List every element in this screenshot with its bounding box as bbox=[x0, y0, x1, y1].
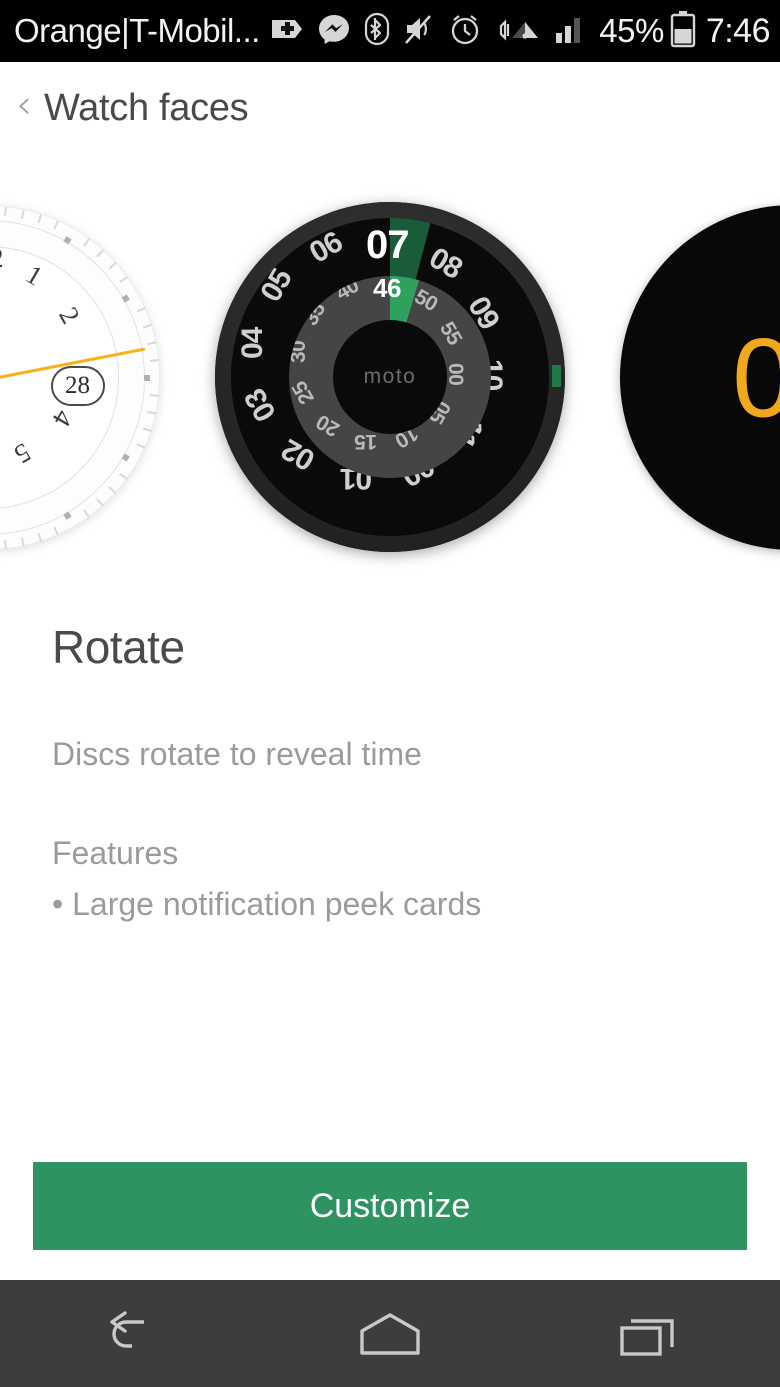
back-arrow-icon bbox=[110, 1310, 144, 1348]
analog-minor-tick bbox=[149, 359, 159, 362]
recents-icon bbox=[620, 1318, 674, 1356]
rotate-minute-numeral: 55 bbox=[435, 318, 467, 349]
bluetooth-icon bbox=[364, 12, 390, 51]
status-bar-right-group: 45% 7:46 bbox=[599, 10, 771, 53]
analog-minor-tick bbox=[146, 410, 156, 415]
analog-minor-tick bbox=[3, 206, 7, 216]
back-button[interactable] bbox=[45, 1280, 215, 1387]
analog-minor-tick bbox=[142, 427, 152, 433]
messenger-icon bbox=[317, 12, 351, 51]
features-heading: Features bbox=[52, 835, 179, 871]
back-chevron-icon[interactable]: ‹ bbox=[10, 85, 44, 131]
android-nav-bar bbox=[0, 1280, 780, 1387]
alarm-clock-icon bbox=[448, 12, 482, 51]
status-bar-icon-group bbox=[270, 12, 586, 51]
analog-minor-tick bbox=[82, 238, 90, 247]
analog-minor-tick bbox=[95, 498, 104, 507]
battery-percent-label: 45% bbox=[599, 12, 664, 49]
digital-hour-label: 07 bbox=[732, 315, 780, 440]
rotate-minute-numeral: 30 bbox=[289, 340, 310, 363]
wifi-icon bbox=[495, 12, 541, 51]
analog-minor-tick bbox=[3, 540, 7, 550]
analog-minor-tick bbox=[36, 532, 42, 542]
analog-major-tick bbox=[62, 511, 72, 520]
volume-muted-icon bbox=[403, 12, 435, 51]
analog-date-complication: 28 bbox=[50, 365, 105, 406]
analog-minor-tick bbox=[107, 486, 116, 494]
analog-minor-tick bbox=[107, 262, 116, 270]
carrier-label: Orange|T-Mobil... bbox=[14, 12, 260, 49]
rotate-second-tick bbox=[552, 365, 561, 387]
rotate-hour-numeral: 04 bbox=[236, 327, 269, 359]
rotate-hour-numeral: 03 bbox=[238, 383, 283, 427]
analog-numeral: 12 bbox=[0, 243, 4, 274]
home-button[interactable] bbox=[305, 1280, 475, 1387]
analog-minor-tick bbox=[20, 537, 25, 547]
watch-face-name: Rotate bbox=[52, 621, 185, 673]
analog-minor-tick bbox=[136, 443, 146, 449]
status-bar: Orange|T-Mobil... 45% 7:46 bbox=[0, 0, 780, 62]
battery-icon bbox=[670, 10, 696, 53]
rotate-minute-numeral: 46 bbox=[373, 276, 401, 303]
watch-face-preview-analog[interactable]: 121245 moto 28 bbox=[0, 205, 160, 550]
rotate-minute-numeral: 25 bbox=[289, 377, 319, 408]
watch-face-preview-digital[interactable]: mo 07 bbox=[620, 205, 780, 550]
watch-face-description: Discs rotate to reveal time bbox=[52, 736, 422, 772]
rotate-core: moto bbox=[333, 320, 447, 434]
feature-item: • Large notification peek cards bbox=[52, 886, 482, 922]
analog-minor-tick bbox=[142, 323, 152, 329]
cellular-signal-icon bbox=[554, 13, 586, 50]
watch-face-preview-rotate[interactable]: 000102030405060708091011 000510152025303… bbox=[215, 202, 565, 552]
watch-face-carousel[interactable]: 121245 moto 28 000102030405060708091011 … bbox=[0, 185, 780, 575]
home-icon bbox=[360, 1312, 420, 1355]
status-bar-clock: 7:46 bbox=[705, 11, 771, 50]
analog-major-tick bbox=[121, 453, 130, 462]
analog-minor-tick bbox=[136, 307, 146, 313]
analog-minor-tick bbox=[146, 341, 156, 346]
rotate-brand-label: moto bbox=[363, 365, 417, 388]
rotate-hour-numeral: 08 bbox=[423, 241, 468, 286]
analog-minor-tick bbox=[52, 220, 59, 230]
analog-minor-tick bbox=[95, 249, 104, 258]
health-plus-icon bbox=[270, 12, 304, 51]
rotate-minute-numeral: 15 bbox=[354, 430, 377, 453]
app-header: ‹ Watch faces bbox=[0, 62, 780, 154]
analog-minor-tick bbox=[36, 214, 42, 224]
analog-minor-tick bbox=[118, 472, 128, 480]
rotate-hour-numeral: 07 bbox=[366, 223, 409, 267]
customize-button[interactable]: Customize bbox=[33, 1162, 747, 1250]
recents-button[interactable] bbox=[565, 1280, 735, 1387]
analog-minor-tick bbox=[52, 526, 59, 536]
analog-minor-tick bbox=[82, 509, 90, 518]
analog-minor-tick bbox=[118, 276, 128, 284]
analog-minor-tick bbox=[149, 394, 159, 397]
rotate-minute-numeral: 20 bbox=[312, 409, 344, 441]
watch-face-details: Rotate Discs rotate to reveal time Featu… bbox=[52, 620, 742, 923]
page-title: Watch faces bbox=[44, 86, 249, 129]
analog-major-tick bbox=[143, 375, 150, 381]
analog-minor-tick bbox=[20, 209, 25, 219]
